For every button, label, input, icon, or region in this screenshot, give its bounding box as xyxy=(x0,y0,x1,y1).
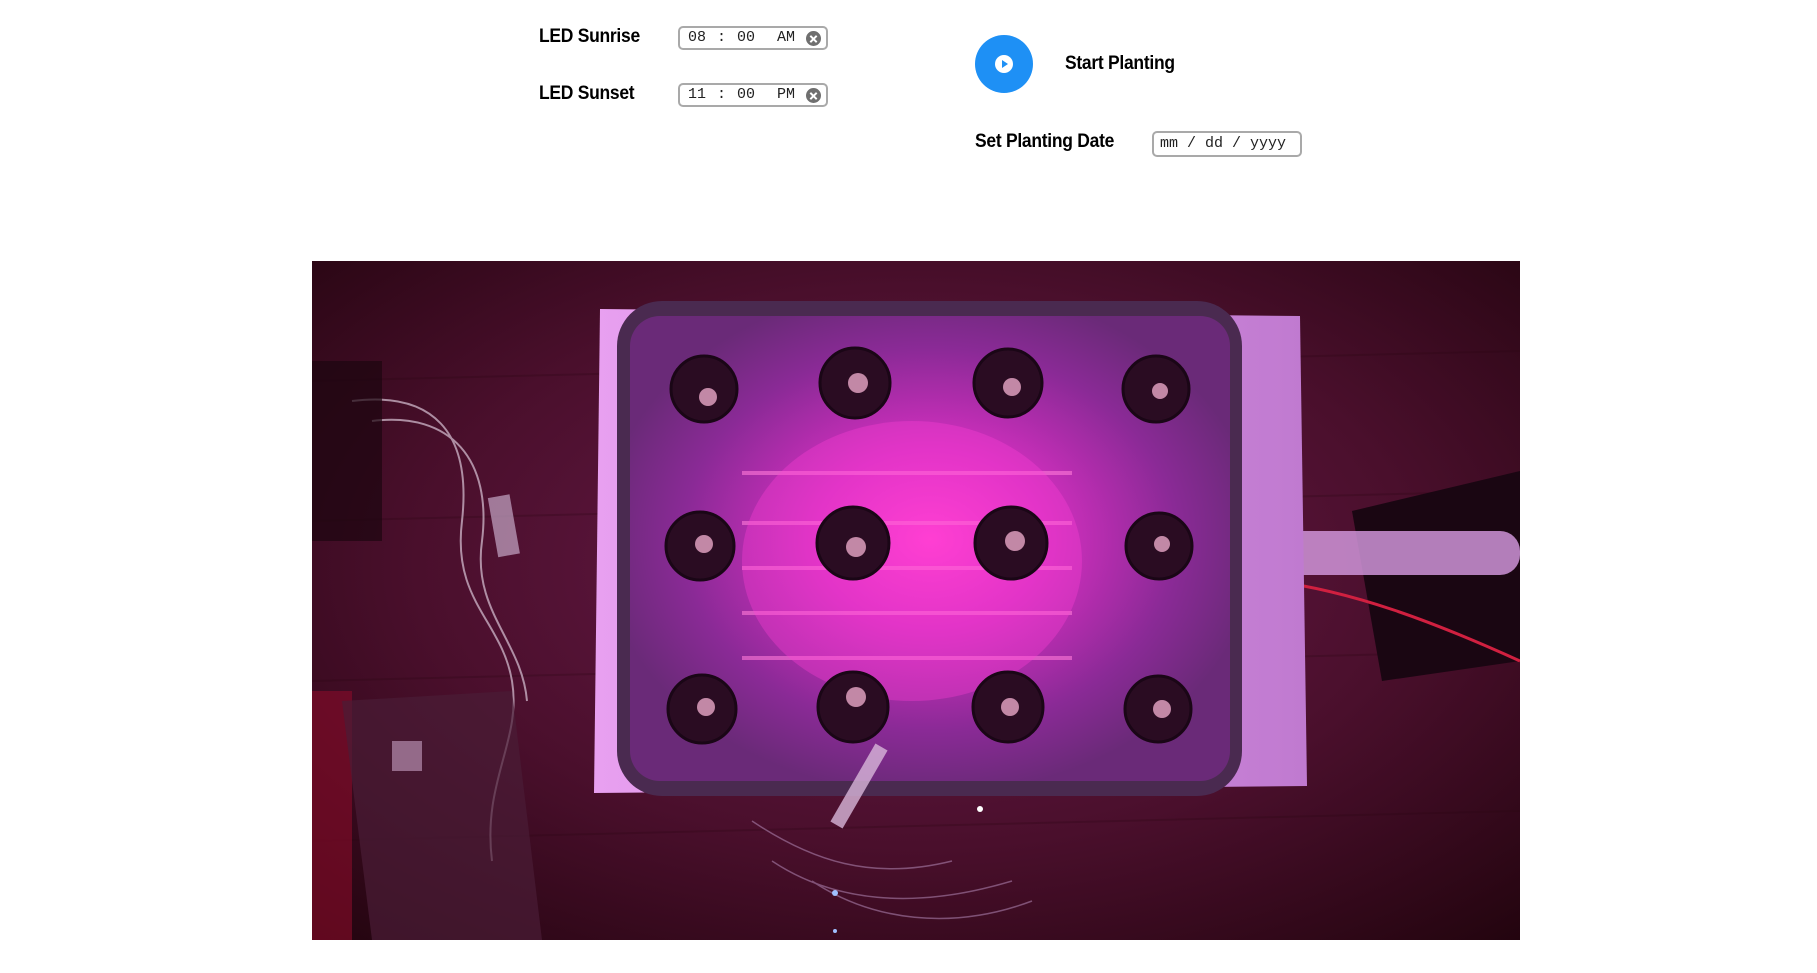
clear-sunset-icon[interactable] xyxy=(806,88,821,103)
led-sunrise-time-input[interactable]: 08 : 00 AM xyxy=(678,26,828,50)
planter-control-page: LED Sunrise 08 : 00 AM LED Sunset 11 : 0… xyxy=(0,0,1817,973)
led-sunrise-label: LED Sunrise xyxy=(539,26,640,47)
led-sunset-time-input[interactable]: 11 : 00 PM xyxy=(678,83,828,107)
camera-feed-image xyxy=(312,261,1520,940)
planting-date-input[interactable]: mm / dd / yyyy xyxy=(1152,131,1302,157)
start-planting-label: Start Planting xyxy=(1065,53,1175,74)
led-sunrise-time-value: 08 : 00 AM xyxy=(688,29,796,46)
planting-date-placeholder: mm / dd / yyyy xyxy=(1160,135,1287,152)
planting-date-label: Set Planting Date xyxy=(975,131,1115,152)
led-sunset-label: LED Sunset xyxy=(539,83,635,104)
led-sunset-time-value: 11 : 00 PM xyxy=(688,86,796,103)
start-planting-button[interactable] xyxy=(975,35,1033,93)
play-icon xyxy=(995,55,1013,73)
clear-sunrise-icon[interactable] xyxy=(806,31,821,46)
camera-feed-illustration xyxy=(312,261,1520,940)
